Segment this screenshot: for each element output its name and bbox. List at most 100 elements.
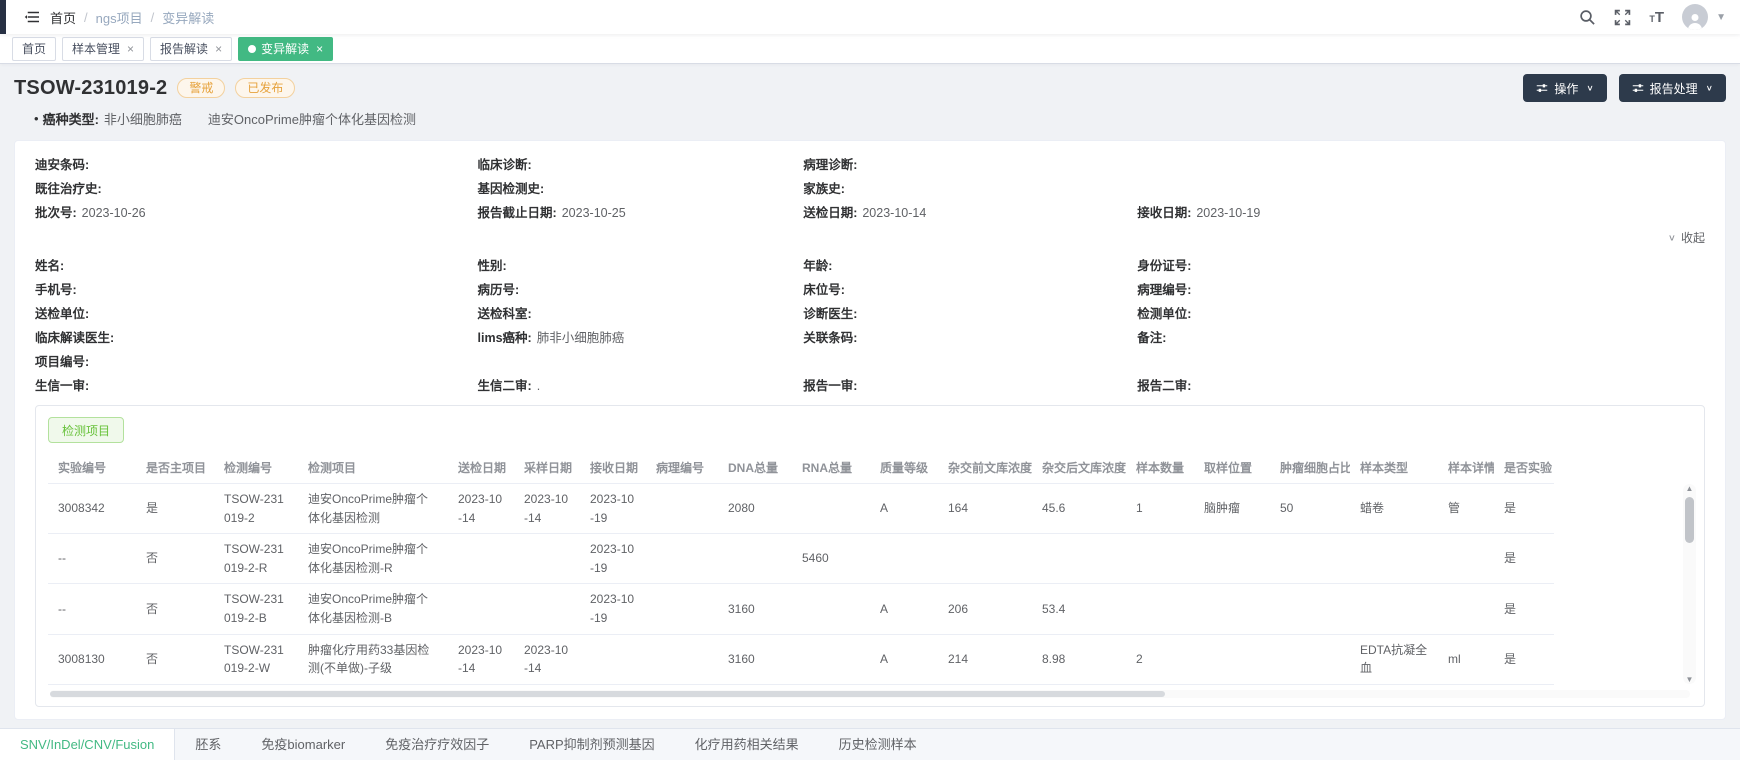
field-value: 2023-10-19 xyxy=(1196,206,1260,220)
field-basic: 病理诊断: xyxy=(803,157,1137,174)
table-cell: 是 xyxy=(1494,534,1554,584)
report-process-button[interactable]: 报告处理∨ xyxy=(1619,74,1726,102)
table-cell xyxy=(792,484,870,534)
field-patient: 身份证号: xyxy=(1137,258,1705,275)
table-cell xyxy=(580,634,646,684)
horizontal-scroll-thumb[interactable] xyxy=(50,691,1165,697)
table-cell: -- xyxy=(48,584,136,634)
table-cell: 肿瘤化疗用药33基因检测(不单做)-子级 xyxy=(298,634,448,684)
field-patient: 送检单位: xyxy=(35,306,478,323)
table-cell xyxy=(1126,534,1194,584)
column-header: 实验编号 xyxy=(48,452,136,484)
table-cell xyxy=(646,484,718,534)
hamburger-icon[interactable] xyxy=(14,9,50,25)
column-header: 送检日期 xyxy=(448,452,514,484)
field-patient: 检测单位: xyxy=(1137,306,1705,323)
operation-button[interactable]: 操作∨ xyxy=(1523,74,1606,102)
field-value: . xyxy=(537,379,540,393)
scroll-up-icon[interactable]: ▲ xyxy=(1683,484,1696,493)
table-cell: 迪安OncoPrime肿瘤个体化基因检测 xyxy=(298,484,448,534)
table-cell xyxy=(1270,634,1350,684)
breadcrumb-item[interactable]: 变异解读 xyxy=(162,8,214,27)
opened-tag[interactable]: 变异解读× xyxy=(238,37,333,61)
table-cell: 是 xyxy=(1494,634,1554,684)
cancer-type-label: 癌种类型: xyxy=(43,109,99,128)
field-patient: 性别: xyxy=(478,258,804,275)
field-row: 手机号:病历号:床位号:病理编号: xyxy=(35,282,1705,299)
table-cell xyxy=(1350,584,1438,634)
table-cell: 8.98 xyxy=(1032,634,1126,684)
breadcrumb-item[interactable]: ngs项目 xyxy=(96,8,143,27)
table-cell: 2023-10-19 xyxy=(580,534,646,584)
column-header: 接收日期 xyxy=(580,452,646,484)
result-tab-item[interactable]: PARP抑制剂预测基因 xyxy=(509,729,674,760)
field-label: 项目编号: xyxy=(35,355,89,369)
opened-tag[interactable]: 样本管理× xyxy=(62,37,144,61)
field-label: 临床解读医生: xyxy=(35,331,114,345)
field-patient: 姓名: xyxy=(35,258,478,275)
table-row[interactable]: 3008342是TSOW-231019-2迪安OncoPrime肿瘤个体化基因检… xyxy=(48,484,1554,534)
breadcrumb-separator: / xyxy=(151,10,155,25)
result-tab-item[interactable]: 免疫治疗疗效因子 xyxy=(365,729,509,760)
scroll-down-icon[interactable]: ▼ xyxy=(1683,675,1696,684)
opened-tag[interactable]: 首页 xyxy=(12,37,56,61)
column-header: 是否主项目 xyxy=(136,452,214,484)
breadcrumb-item[interactable]: 首页 xyxy=(50,8,76,27)
vertical-scroll-thumb[interactable] xyxy=(1685,497,1694,543)
field-basic: 迪安条码: xyxy=(35,157,478,174)
fullscreen-icon[interactable] xyxy=(1614,9,1631,26)
field-label: 送检科室: xyxy=(478,307,532,321)
avatar-caret-icon[interactable]: ▼ xyxy=(1716,12,1726,23)
collapse-toggle[interactable]: ∨ 收起 xyxy=(35,229,1705,246)
result-tab-item[interactable]: 免疫biomarker xyxy=(241,729,365,760)
table-cell xyxy=(646,584,718,634)
field-patient: 床位号: xyxy=(803,282,1137,299)
search-icon[interactable] xyxy=(1579,9,1596,26)
field-row: 项目编号: xyxy=(35,354,1705,371)
table-cell: 否 xyxy=(136,634,214,684)
field-patient: 送检科室: xyxy=(478,306,804,323)
table-cell: TSOW-231019-2-B xyxy=(214,584,298,634)
horizontal-scrollbar[interactable] xyxy=(50,690,1690,698)
field-basic: 基因检测史: xyxy=(478,181,804,198)
table-cell xyxy=(1194,584,1270,634)
table-cell: EDTA抗凝全血 xyxy=(1350,634,1438,684)
close-icon[interactable]: × xyxy=(316,43,323,55)
field-label: 报告截止日期: xyxy=(478,206,557,220)
table-cell xyxy=(448,534,514,584)
chevron-down-icon: ∨ xyxy=(1668,232,1676,242)
field-label: 生信二审: xyxy=(478,379,532,393)
test-items-table-wrap: 实验编号是否主项目检测编号检测项目送检日期采样日期接收日期病理编号DNA总量RN… xyxy=(48,452,1692,685)
table-row[interactable]: 3008130否TSOW-231019-2-W肿瘤化疗用药33基因检测(不单做)… xyxy=(48,634,1554,684)
table-cell: -- xyxy=(48,534,136,584)
table-cell xyxy=(938,534,1032,584)
operation-icon xyxy=(1536,82,1548,94)
field-label: 姓名: xyxy=(35,259,64,273)
column-header: DNA总量 xyxy=(718,452,792,484)
field-label: lims癌种: xyxy=(478,331,532,345)
opened-tag[interactable]: 报告解读× xyxy=(150,37,232,61)
table-row[interactable]: --否TSOW-231019-2-B迪安OncoPrime肿瘤个体化基因检测-B… xyxy=(48,584,1554,634)
test-items-button[interactable]: 检测项目 xyxy=(48,417,124,443)
font-size-icon[interactable]: TT xyxy=(1649,10,1664,25)
result-tab-active[interactable]: SNV/InDel/CNV/Fusion xyxy=(0,729,175,760)
field-patient: 关联条码: xyxy=(803,330,1137,347)
cancer-type-value: 非小细胞肺癌 xyxy=(104,109,182,128)
field-label: 生信一审: xyxy=(35,379,89,393)
close-icon[interactable]: × xyxy=(215,43,222,55)
result-tab-item[interactable]: 历史检测样本 xyxy=(819,729,937,760)
table-row[interactable]: --否TSOW-231019-2-R迪安OncoPrime肿瘤个体化基因检测-R… xyxy=(48,534,1554,584)
table-cell xyxy=(870,534,938,584)
vertical-scrollbar[interactable]: ▲ ▼ xyxy=(1683,484,1696,684)
result-tabs: SNV/InDel/CNV/Fusion胚系免疫biomarker免疫治疗疗效因… xyxy=(0,729,1740,760)
result-panel: SNV/InDel/CNV/Fusion胚系免疫biomarker免疫治疗疗效因… xyxy=(0,728,1740,760)
result-tab-item[interactable]: 胚系 xyxy=(175,729,241,760)
table-cell xyxy=(1126,584,1194,634)
field-value: 肺非小细胞肺癌 xyxy=(537,331,625,345)
avatar[interactable] xyxy=(1682,4,1708,30)
column-header: 质量等级 xyxy=(870,452,938,484)
result-tab-item[interactable]: 化疗用药相关结果 xyxy=(675,729,819,760)
close-icon[interactable]: × xyxy=(127,43,134,55)
field-row: 既往治疗史:基因检测史:家族史: xyxy=(35,181,1705,198)
field-row: 姓名:性别:年龄:身份证号: xyxy=(35,258,1705,275)
